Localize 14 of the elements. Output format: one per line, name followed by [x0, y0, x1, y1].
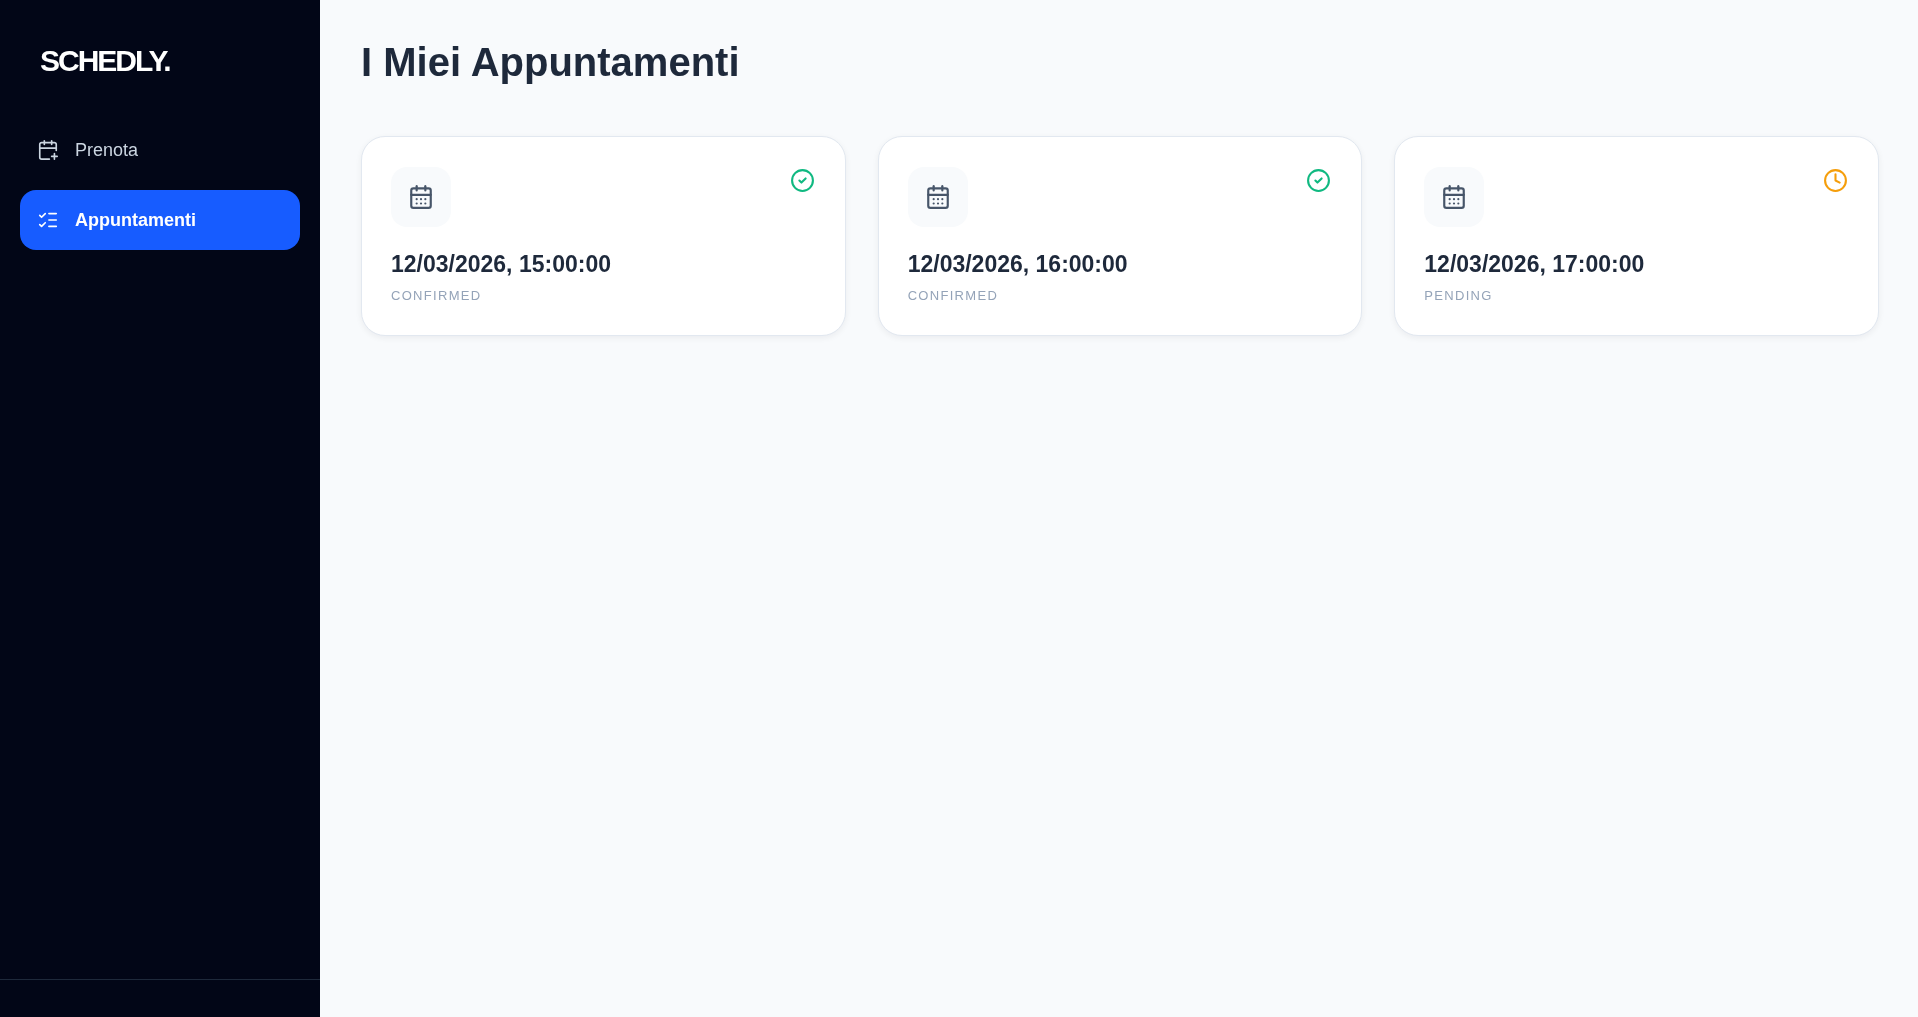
appointment-datetime: 12/03/2026, 16:00:00	[907, 250, 1128, 279]
page-title: I Miei Appuntamenti	[361, 39, 740, 86]
appointment-status: PENDING	[1424, 287, 1493, 305]
logo: SCHEDLY.	[39, 46, 170, 76]
appointment-datetime: 12/03/2026, 17:00:00	[1424, 250, 1645, 279]
calendar-icon	[391, 167, 451, 227]
calendar-icon	[907, 167, 968, 227]
nav-item[interactable]: Prenota	[20, 120, 300, 180]
appointment-datetime: 12/03/2026, 15:00:00	[391, 250, 611, 279]
calendar-icon	[1424, 167, 1485, 227]
appointment-status: CONFIRMED	[907, 287, 999, 305]
nav-item[interactable]: Appuntamenti	[20, 190, 300, 250]
calendar-plus-icon	[37, 139, 59, 161]
appointment-status: CONFIRMED	[391, 287, 482, 305]
